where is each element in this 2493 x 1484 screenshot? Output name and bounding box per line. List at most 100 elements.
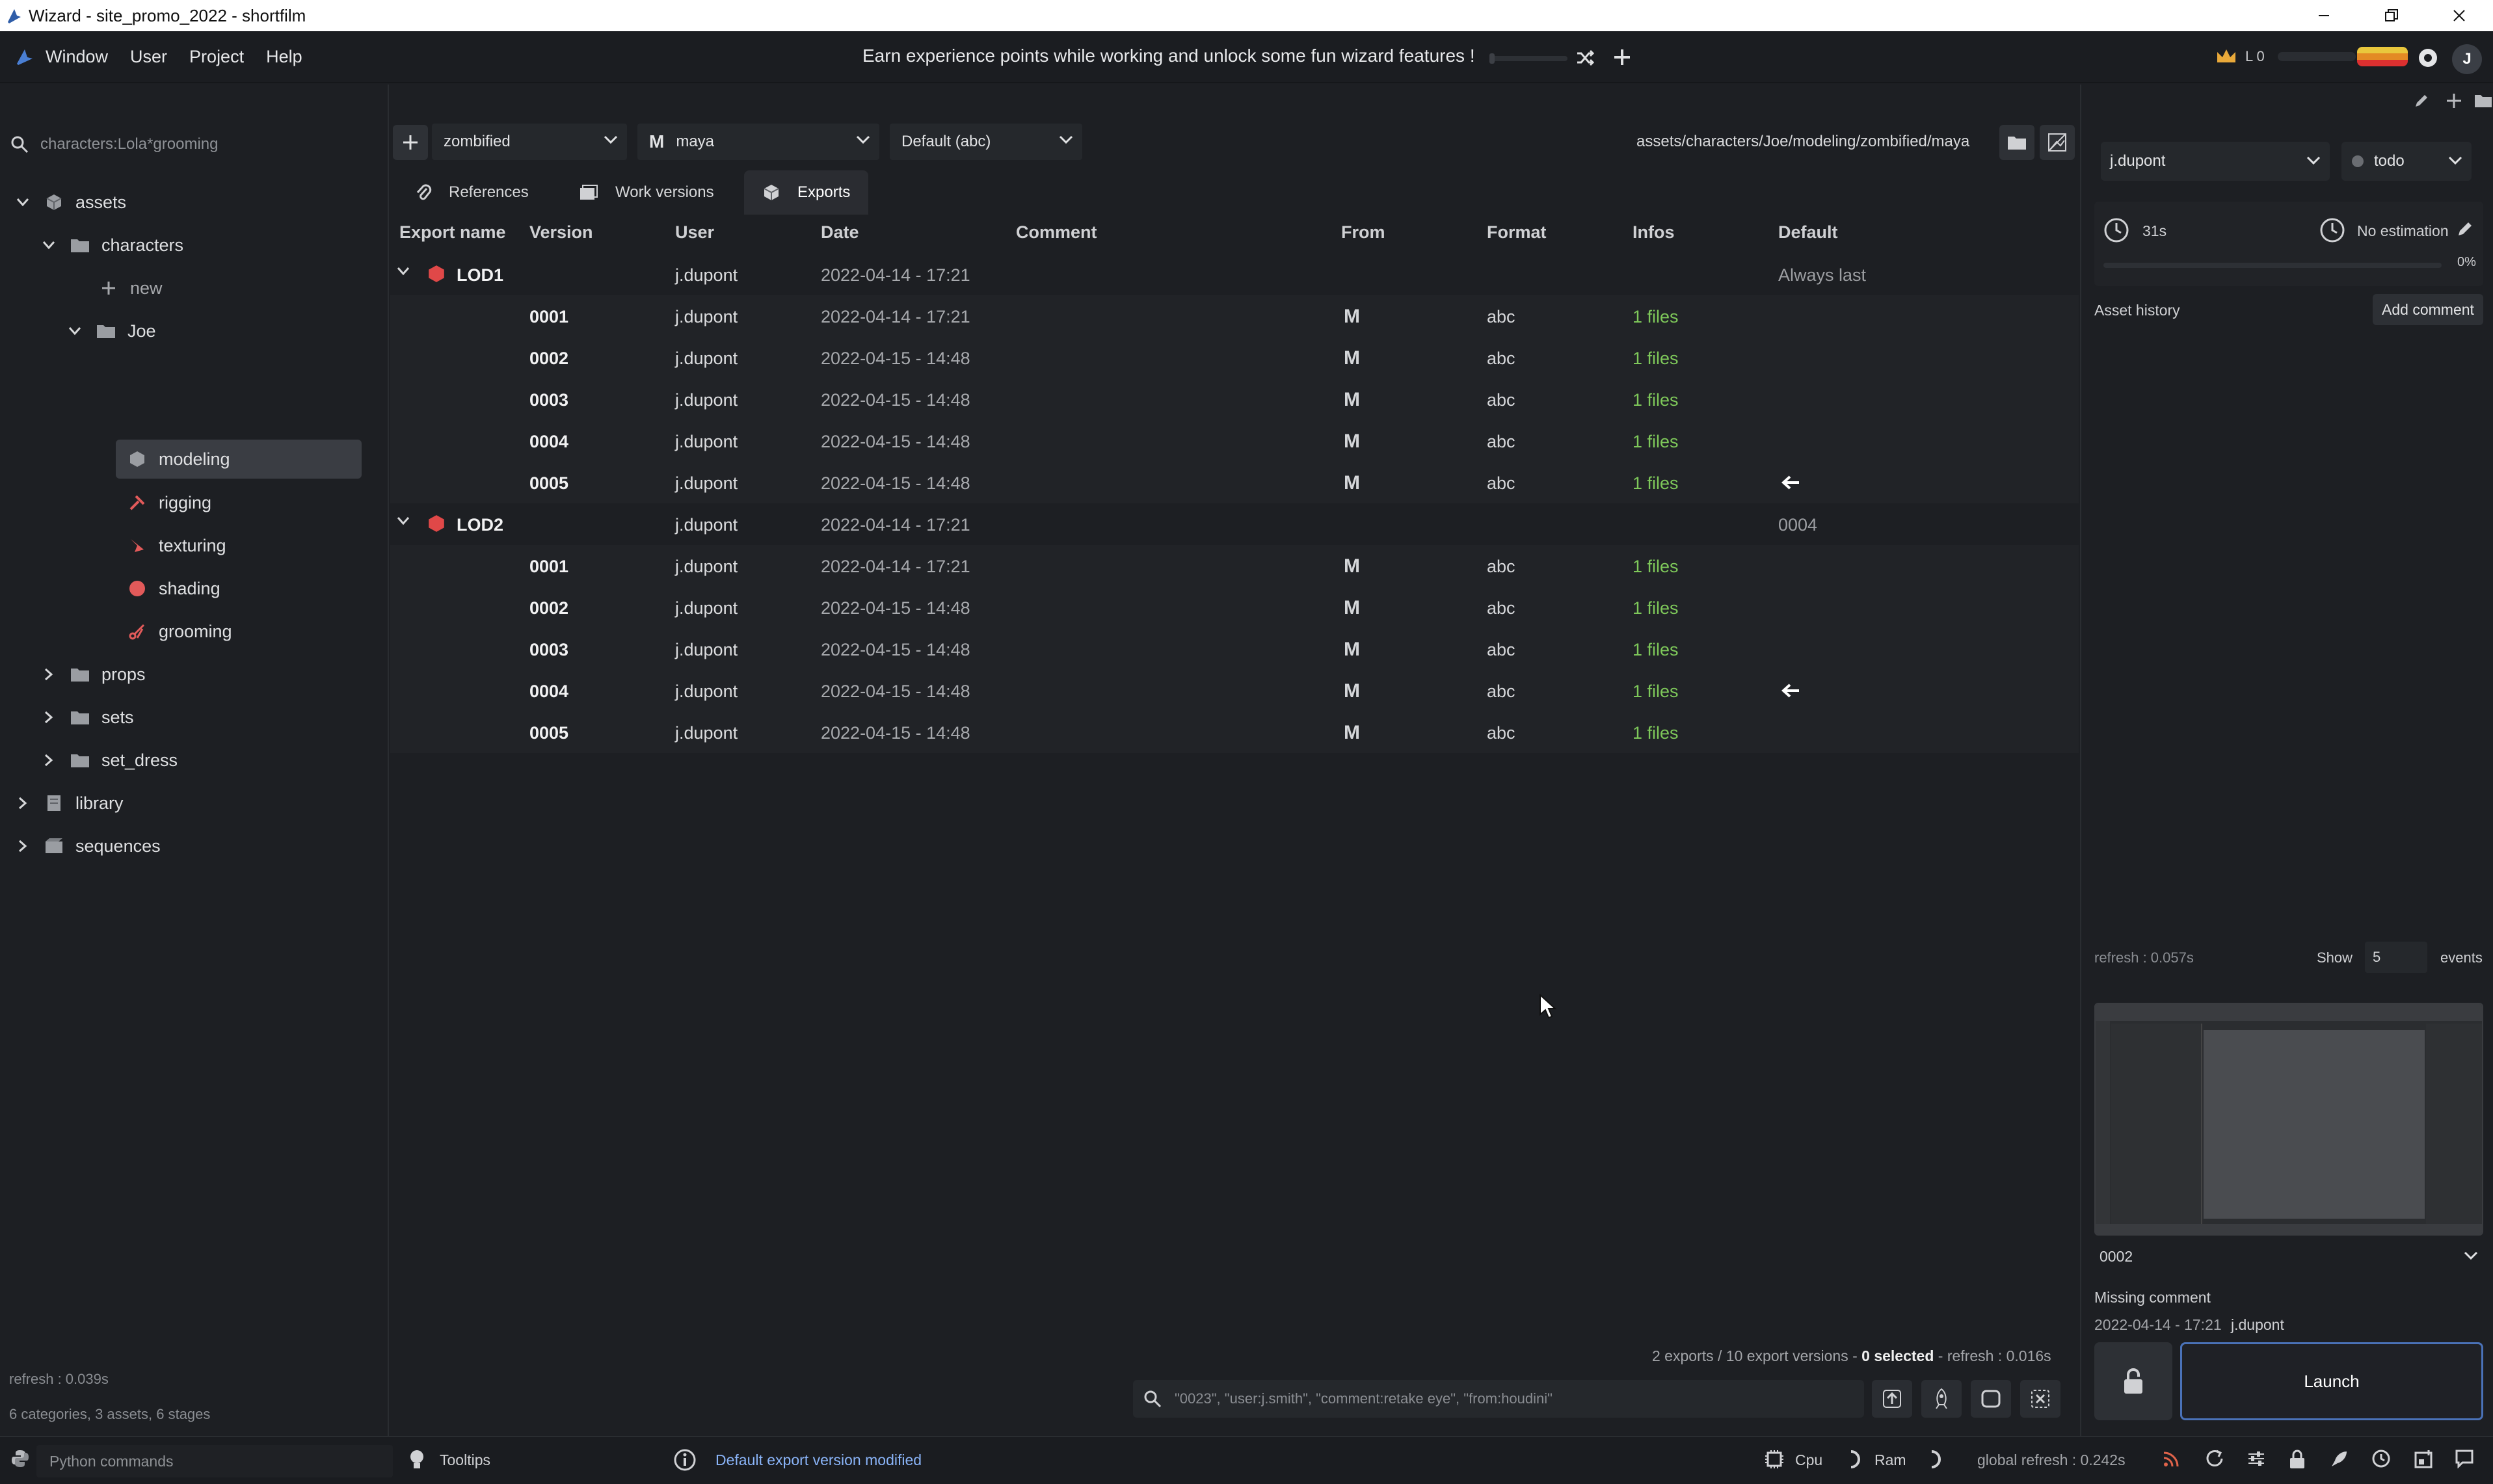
column-header-from[interactable]: From — [1341, 222, 1385, 243]
launch-button[interactable]: Launch — [2180, 1342, 2483, 1420]
tree-item-sequences[interactable]: sequences — [14, 827, 161, 865]
edit-estimation-icon[interactable] — [2456, 220, 2474, 238]
close-window-button[interactable] — [2425, 0, 2493, 31]
column-header-user[interactable]: User — [675, 222, 714, 243]
table-row[interactable]: 0001 j.dupont 2022-04-14 - 17:21 M abc 1… — [390, 545, 2079, 587]
menu-user[interactable]: User — [130, 47, 167, 67]
chevron-down-icon[interactable] — [397, 516, 410, 525]
sliders-icon[interactable] — [2246, 1449, 2266, 1468]
table-row[interactable]: 0004 j.dupont 2022-04-15 - 14:48 M abc 1… — [390, 670, 2079, 711]
events-count-input[interactable]: 5 — [2365, 942, 2427, 973]
lock-icon[interactable] — [2288, 1449, 2306, 1470]
table-row[interactable]: 0005 j.dupont 2022-04-15 - 14:48 M abc 1… — [390, 711, 2079, 753]
tab-exports[interactable]: Exports — [744, 170, 869, 215]
tree-item-sets[interactable]: sets — [40, 698, 134, 736]
tree-item-set-dress[interactable]: set_dress — [40, 741, 178, 779]
user-avatar[interactable]: J — [2452, 44, 2482, 74]
xp-slider[interactable] — [1489, 53, 1567, 64]
add-variant-button[interactable] — [393, 125, 428, 160]
tree-item-modeling[interactable]: modeling — [116, 440, 362, 479]
version-thumbnail[interactable] — [2094, 1003, 2483, 1236]
column-header-export-name[interactable]: Export name — [399, 222, 506, 243]
table-row[interactable]: 0001 j.dupont 2022-04-14 - 17:21 M abc 1… — [390, 295, 2079, 337]
tree-item-shading[interactable]: shading — [126, 570, 220, 607]
folder-icon[interactable] — [2474, 94, 2492, 108]
tree-search-field[interactable]: characters:Lola*grooming — [0, 125, 389, 164]
screenshot-icon[interactable] — [2414, 1449, 2435, 1468]
chevron-right-icon[interactable] — [40, 668, 57, 681]
launch-rocket-button[interactable] — [1921, 1380, 1962, 1418]
export-default[interactable]: Always last — [1778, 265, 1866, 285]
menu-window[interactable]: Window — [46, 47, 108, 67]
tooltips-toggle[interactable]: Tooltips — [440, 1451, 490, 1469]
chevron-down-icon[interactable] — [66, 326, 83, 336]
version-select[interactable]: 0002 — [2094, 1242, 2483, 1271]
table-row[interactable]: 0004 j.dupont 2022-04-15 - 14:48 M abc 1… — [390, 420, 2079, 462]
rss-feed-icon[interactable] — [2162, 1449, 2181, 1468]
frame-view-button[interactable] — [1971, 1380, 2011, 1418]
software-select[interactable]: M maya — [637, 124, 879, 160]
minimize-button[interactable] — [2290, 0, 2358, 31]
tree-item-assets[interactable]: assets — [14, 183, 126, 221]
export-default[interactable]: 0004 — [1778, 515, 1817, 535]
python-commands-input[interactable]: Python commands — [36, 1445, 393, 1477]
column-header-date[interactable]: Date — [821, 222, 859, 243]
chevron-down-icon[interactable] — [397, 267, 410, 276]
table-row[interactable]: 0003 j.dupont 2022-04-15 - 14:48 M abc 1… — [390, 378, 2079, 420]
table-row[interactable]: 0003 j.dupont 2022-04-15 - 14:48 M abc 1… — [390, 628, 2079, 670]
menu-help[interactable]: Help — [266, 47, 302, 67]
state-select[interactable]: todo — [2341, 142, 2472, 181]
chevron-right-icon[interactable] — [14, 797, 31, 810]
tree-item-joe[interactable]: Joe — [66, 312, 156, 350]
lock-button[interactable] — [2094, 1342, 2172, 1420]
column-header-version[interactable]: Version — [529, 222, 593, 243]
chevron-right-icon[interactable] — [14, 840, 31, 853]
menu-project[interactable]: Project — [189, 47, 244, 67]
table-row[interactable]: 0005 j.dupont 2022-04-15 - 14:48 M abc 1… — [390, 462, 2079, 503]
tree-item-rigging[interactable]: rigging — [126, 484, 211, 522]
folder-icon — [69, 709, 91, 725]
asset-details-panel: j.dupont todo 31s No estimation 0% Asset… — [2080, 85, 2493, 1436]
add-icon[interactable] — [2446, 92, 2462, 109]
chevron-down-icon[interactable] — [40, 241, 57, 250]
chevron-down-icon[interactable] — [14, 198, 31, 207]
column-header-format[interactable]: Format — [1487, 222, 1547, 243]
image-preview-button[interactable] — [2040, 125, 2075, 160]
sync-icon[interactable] — [2205, 1449, 2224, 1468]
open-folder-button[interactable] — [1999, 125, 2034, 160]
variant-select[interactable]: zombified — [432, 124, 627, 160]
lightbulb-icon[interactable] — [408, 1449, 425, 1471]
rocket-icon[interactable] — [2330, 1449, 2349, 1468]
tree-item-texturing[interactable]: texturing — [126, 527, 226, 564]
tree-item-grooming[interactable]: grooming — [126, 613, 232, 650]
export-type-select[interactable]: Default (abc) — [890, 124, 1082, 160]
tree-item-props[interactable]: props — [40, 656, 146, 693]
chevron-right-icon[interactable] — [40, 754, 57, 767]
settings-icon[interactable] — [2417, 47, 2439, 69]
history-clock-icon[interactable] — [2371, 1449, 2391, 1468]
import-button[interactable] — [1872, 1380, 1912, 1418]
edit-pencil-icon[interactable] — [2413, 92, 2430, 109]
table-row[interactable]: 0002 j.dupont 2022-04-15 - 14:48 M abc 1… — [390, 587, 2079, 628]
add-icon[interactable] — [1612, 47, 1633, 68]
version-number: 0001 — [529, 307, 569, 326]
export-group-row[interactable]: LOD2 j.dupont 2022-04-14 - 17:21 0004 — [390, 503, 2079, 545]
assignee-select[interactable]: j.dupont — [2101, 142, 2330, 181]
tree-item-new[interactable]: new — [98, 269, 163, 307]
tab-work-versions[interactable]: Work versions — [561, 170, 732, 215]
column-header-default[interactable]: Default — [1778, 222, 1838, 243]
add-comment-button[interactable]: Add comment — [2373, 294, 2483, 325]
shuffle-icon[interactable] — [1575, 48, 1595, 68]
tree-item-characters[interactable]: characters — [40, 226, 183, 264]
export-group-row[interactable]: LOD1 j.dupont 2022-04-14 - 17:21 Always … — [390, 254, 2079, 295]
tree-item-library[interactable]: library — [14, 784, 124, 822]
clear-selection-button[interactable] — [2020, 1380, 2060, 1418]
restore-button[interactable] — [2358, 0, 2425, 31]
tab-references[interactable]: References — [397, 170, 547, 215]
exports-filter-input[interactable]: "0023", "user:j.smith", "comment:retake … — [1133, 1380, 1864, 1418]
column-header-infos[interactable]: Infos — [1633, 222, 1675, 243]
table-row[interactable]: 0002 j.dupont 2022-04-15 - 14:48 M abc 1… — [390, 337, 2079, 378]
column-header-comment[interactable]: Comment — [1016, 222, 1097, 243]
chat-bubble-icon[interactable] — [2455, 1449, 2474, 1468]
chevron-right-icon[interactable] — [40, 711, 57, 724]
